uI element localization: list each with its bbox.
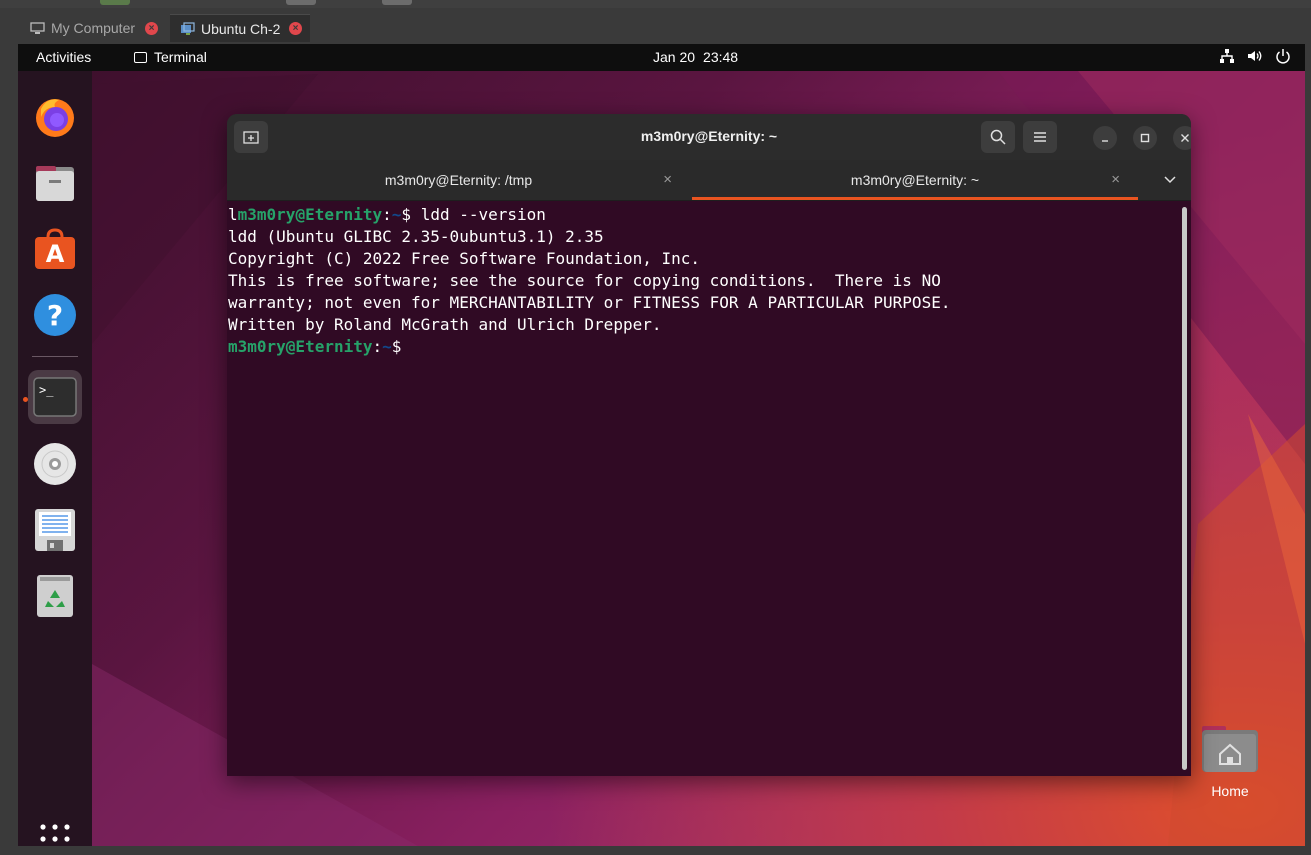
terminal-tab-tmp[interactable]: m3m0ry@Eternity: /tmp × <box>227 160 690 200</box>
command-text: $ ldd --version <box>401 205 546 224</box>
terminal-tab-label: m3m0ry@Eternity: ~ <box>850 172 980 188</box>
minimize-button[interactable] <box>1093 126 1117 150</box>
host-tab-label: My Computer <box>51 20 136 36</box>
prompt-colon: : <box>372 337 383 356</box>
clock-date: Jan 20 <box>653 49 696 65</box>
system-tray[interactable] <box>1219 48 1291 64</box>
terminal-small-icon <box>134 51 147 63</box>
show-apps-button[interactable] <box>28 819 82 846</box>
terminal-window: m3m0ry@Eternity: ~ m3m0ry@Eternity: /tmp… <box>227 114 1191 776</box>
app-menu-label: Terminal <box>154 49 207 65</box>
svg-text:>_: >_ <box>39 383 54 397</box>
close-tab-icon[interactable]: × <box>1111 171 1120 188</box>
close-tab-icon[interactable]: × <box>289 22 302 35</box>
clock-button[interactable]: Jan 20 23:48 <box>653 49 738 65</box>
host-border <box>0 846 1311 855</box>
terminal-tab-home[interactable]: m3m0ry@Eternity: ~ × <box>692 160 1138 200</box>
host-tab-strip: My Computer × Ubuntu Ch-2 × <box>0 0 1311 44</box>
terminal-line: This is free software; see the source fo… <box>228 271 941 290</box>
app-center-icon: A <box>35 228 75 269</box>
host-toolbar-button[interactable] <box>286 0 316 5</box>
prompt-path: ~ <box>391 205 402 224</box>
firefox-icon <box>36 99 74 137</box>
home-folder-label: Home <box>1211 783 1249 799</box>
prompt-path: ~ <box>382 337 392 356</box>
minimize-icon <box>1102 140 1108 142</box>
terminal-line: Copyright (C) 2022 Free Software Foundat… <box>228 249 701 268</box>
help-icon: ? <box>34 294 76 336</box>
host-toolbar <box>0 0 1311 8</box>
home-folder-icon <box>1202 726 1258 772</box>
hamburger-menu-icon <box>1034 132 1046 142</box>
host-tab-ubuntu[interactable]: Ubuntu Ch-2 × <box>170 14 310 42</box>
prompt-symbol: $ <box>391 337 402 356</box>
active-tab-indicator <box>692 197 1138 200</box>
prompt-colon: : <box>382 205 392 224</box>
menu-button[interactable] <box>1023 121 1057 153</box>
search-button[interactable] <box>981 121 1015 153</box>
terminal-line: m3m0ry@Eternity:~$ <box>228 336 950 358</box>
show-apps-grid-icon <box>40 824 70 842</box>
volume-icon <box>1248 51 1262 61</box>
search-icon <box>990 129 1006 145</box>
dock-separator <box>32 356 78 357</box>
dock-firefox[interactable] <box>28 90 82 144</box>
terminal-line: ldd (Ubuntu GLIBC 2.35-0ubuntu3.1) 2.35 <box>228 227 604 246</box>
activities-button[interactable]: Activities <box>36 49 91 65</box>
host-border <box>0 44 18 855</box>
host-border <box>1305 44 1311 855</box>
terminal-line: warranty; not even for MERCHANTABILITY o… <box>228 293 951 312</box>
terminal-output[interactable]: lm3m0ry@Eternity:~$ ldd --version ldd (U… <box>227 201 1191 776</box>
dock: A ? >_ <box>18 71 92 846</box>
terminal-line: Written by Roland McGrath and Ulrich Dre… <box>228 315 662 334</box>
terminal-icon: >_ <box>33 377 77 417</box>
close-button[interactable] <box>1173 126 1191 150</box>
gnome-top-bar: Activities Terminal Jan 20 23:48 <box>18 44 1305 71</box>
close-tab-icon[interactable]: × <box>145 21 158 35</box>
terminal-headerbar[interactable]: m3m0ry@Eternity: ~ <box>227 114 1191 160</box>
dock-files[interactable] <box>28 156 82 210</box>
files-icon <box>36 166 74 201</box>
stray-char: l <box>228 205 238 224</box>
terminal-scrollbar[interactable] <box>1182 207 1187 770</box>
dock-trash[interactable] <box>28 569 82 623</box>
host-tab-label: Ubuntu Ch-2 <box>201 20 281 37</box>
desktop-home-folder[interactable]: Home <box>1194 724 1266 799</box>
maximize-icon <box>1140 133 1150 143</box>
dock-help[interactable]: ? <box>28 288 82 342</box>
terminal-tab-label: m3m0ry@Eternity: /tmp <box>384 172 533 188</box>
maximize-button[interactable] <box>1133 126 1157 150</box>
dock-text-editor[interactable] <box>28 503 82 557</box>
host-toolbar-button[interactable] <box>382 0 412 5</box>
terminal-line: lm3m0ry@Eternity:~$ ldd --version <box>228 204 950 226</box>
ubuntu-desktop: Activities Terminal Jan 20 23:48 A ? >_ … <box>18 44 1305 846</box>
trash-icon <box>37 575 73 617</box>
host-tab-my-computer[interactable]: My Computer × <box>20 14 166 42</box>
chevron-down-icon[interactable] <box>1163 172 1177 186</box>
svg-text:?: ? <box>47 299 63 332</box>
vm-icon <box>181 21 195 35</box>
terminal-tab-bar: m3m0ry@Eternity: /tmp × m3m0ry@Eternity:… <box>227 160 1191 201</box>
prompt-user: m3m0ry@Eternity <box>228 337 373 356</box>
clock-time: 23:48 <box>703 49 739 65</box>
svg-text:A: A <box>46 240 65 268</box>
app-menu-terminal[interactable]: Terminal <box>134 49 207 65</box>
dock-terminal[interactable]: >_ <box>28 370 82 424</box>
close-icon <box>1181 134 1189 142</box>
disc-icon <box>34 443 76 485</box>
monitor-icon <box>30 21 45 34</box>
text-editor-icon <box>35 509 75 551</box>
close-tab-icon[interactable]: × <box>663 171 672 188</box>
network-icon <box>1220 49 1234 63</box>
prompt-user: m3m0ry@Eternity <box>237 205 383 224</box>
host-toolbar-button[interactable] <box>100 0 130 5</box>
dock-disc[interactable] <box>28 437 82 491</box>
terminal-lines: lm3m0ry@Eternity:~$ ldd --version ldd (U… <box>228 204 950 358</box>
dock-app-center[interactable]: A <box>28 222 82 276</box>
power-icon <box>1276 49 1290 64</box>
